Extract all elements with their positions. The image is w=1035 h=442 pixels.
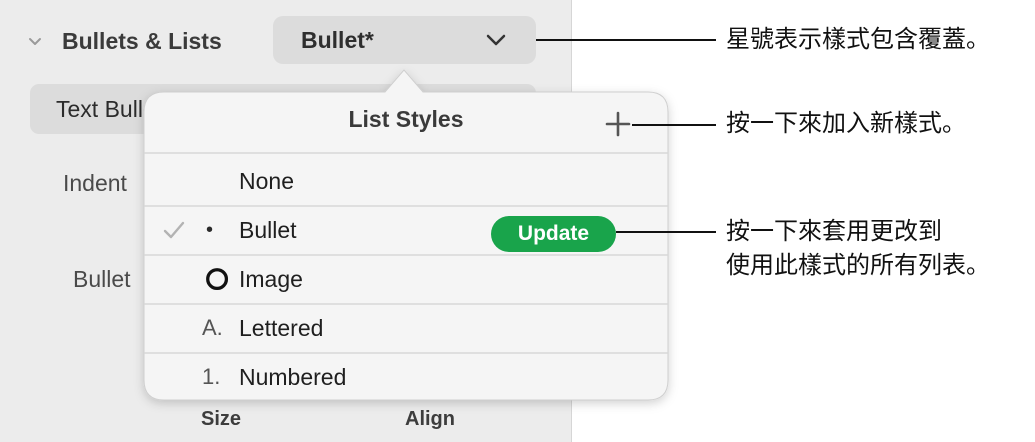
callout-update-text-line1: 按一下來套用更改到 bbox=[726, 218, 942, 245]
size-label: Size bbox=[201, 408, 242, 430]
list-style-label: Lettered bbox=[239, 315, 324, 341]
image-bullet-ring-icon bbox=[206, 268, 229, 291]
list-style-row-image[interactable]: Image bbox=[144, 256, 668, 304]
list-style-label: Bullet bbox=[239, 217, 297, 243]
list-style-label: Numbered bbox=[239, 364, 347, 390]
callout-add-style-text: 按一下來加入新樣式。 bbox=[726, 110, 966, 137]
bullet-label: Bullet bbox=[73, 266, 131, 292]
callout-update-text-line2: 使用此樣式的所有列表。 bbox=[726, 252, 990, 279]
numbered-marker: 1. bbox=[202, 364, 221, 389]
update-button[interactable]: Update bbox=[491, 216, 616, 252]
list-style-row-bullet[interactable]: • Bullet Update bbox=[144, 207, 668, 255]
list-style-dropdown[interactable]: Bullet* bbox=[273, 16, 536, 64]
add-style-plus-icon[interactable] bbox=[604, 110, 632, 138]
popover-title: List Styles bbox=[348, 106, 464, 132]
chevron-down-icon bbox=[486, 34, 506, 46]
list-style-row-numbered[interactable]: 1. Numbered bbox=[144, 354, 668, 402]
list-style-value: Bullet* bbox=[301, 26, 374, 53]
list-style-label: None bbox=[239, 168, 294, 194]
section-title: Bullets & Lists bbox=[62, 27, 222, 54]
lettered-marker: A. bbox=[202, 315, 223, 340]
callout-leader-asterisk bbox=[536, 39, 716, 41]
bullet-marker: • bbox=[206, 218, 214, 241]
align-label: Align bbox=[405, 408, 455, 430]
checkmark-icon bbox=[163, 221, 185, 239]
callout-leader-update bbox=[616, 231, 716, 233]
list-style-row-none[interactable]: None bbox=[144, 158, 668, 206]
disclosure-chevron-icon[interactable] bbox=[26, 32, 44, 50]
bullets-lists-section-header[interactable]: Bullets & Lists bbox=[26, 24, 222, 58]
list-style-row-lettered[interactable]: A. Lettered bbox=[144, 305, 668, 353]
list-styles-popover: List Styles None • Bullet Update Image A… bbox=[144, 92, 668, 400]
callout-asterisk-text: 星號表示樣式包含覆蓋。 bbox=[726, 26, 990, 53]
indent-label: Indent bbox=[63, 170, 127, 196]
callout-leader-add bbox=[632, 124, 716, 126]
list-style-label: Image bbox=[239, 266, 303, 292]
